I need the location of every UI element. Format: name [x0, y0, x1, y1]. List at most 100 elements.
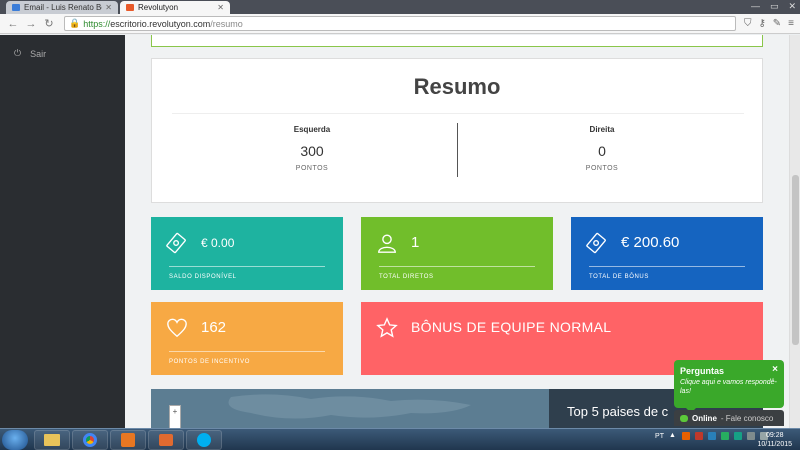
sidebar-item-label: Sair: [30, 48, 47, 59]
diretos-card: 1 TOTAL DIRETOS: [361, 217, 553, 290]
tray-volume-icon[interactable]: [747, 432, 755, 440]
url-scheme: https://: [83, 18, 111, 29]
saldo-label: SALDO DISPONÍVEL: [169, 274, 237, 280]
chat-title: Perguntas: [680, 366, 725, 376]
right-unit: PONTOS: [585, 165, 619, 172]
power-icon: ⏻: [14, 48, 22, 58]
scroll-thumb[interactable]: [792, 175, 799, 345]
divider: [172, 113, 744, 114]
bonus-card: € 200.60 TOTAL DE BÔNUS: [571, 217, 763, 290]
browser-tab-bar: Email - Luis Renato Botha ✕ Revolutyon ✕…: [0, 0, 800, 14]
heart-icon: [167, 318, 187, 338]
sidebar: ⏻ Sair: [0, 35, 125, 428]
tab-email[interactable]: Email - Luis Renato Botha ✕: [6, 1, 118, 14]
equipe-value: BÔNUS DE EQUIPE NORMAL: [411, 319, 612, 335]
diretos-label: TOTAL DIRETOS: [379, 274, 434, 280]
tab-title: Revolutyon: [138, 3, 179, 12]
close-icon[interactable]: ×: [772, 364, 778, 375]
menu-icon[interactable]: ≡: [788, 18, 794, 29]
tray-arrow-icon[interactable]: ▲: [669, 432, 677, 440]
taskbar-chrome[interactable]: [72, 430, 108, 450]
taskbar: PT ▲ 09:28 10/11/2015: [0, 428, 800, 450]
media-player-icon: [159, 434, 173, 446]
chat-status: Online: [692, 413, 717, 423]
left-label: Esquerda: [293, 125, 331, 134]
resumo-panel: Resumo Esquerda 300 PONTOS Direita 0 PON…: [151, 58, 763, 203]
shield-icon[interactable]: ⛉: [744, 18, 752, 29]
clock-date: 10/11/2015: [757, 441, 792, 448]
browser-toolbar: ← → ↻ 🔒 https:// escritorio.revolutyon.c…: [0, 14, 800, 34]
forward-icon[interactable]: →: [24, 18, 38, 30]
tools-icon[interactable]: ✎: [773, 18, 781, 29]
bonus-value: € 200.60: [621, 234, 680, 251]
divider: [589, 266, 745, 267]
taskbar-explorer[interactable]: [34, 430, 70, 450]
top5-title: Top 5 paises de c: [567, 404, 669, 419]
tray-firefox-icon[interactable]: [682, 432, 690, 440]
tray-green-icon[interactable]: [721, 432, 729, 440]
sidebar-item-sair[interactable]: ⏻ Sair: [14, 48, 46, 59]
map-zoom-control[interactable]: +: [169, 405, 181, 428]
key-icon[interactable]: ⚷: [758, 18, 765, 29]
zoom-in-icon[interactable]: +: [173, 407, 178, 416]
tray-shield-icon[interactable]: [695, 432, 703, 440]
minimize-icon[interactable]: —: [751, 0, 760, 12]
money-icon: [166, 232, 186, 254]
chat-icon: [680, 414, 688, 422]
chat-message: Clique aqui e vamos respondê-las!: [680, 379, 777, 395]
start-button[interactable]: [2, 430, 28, 450]
chrome-icon: [83, 433, 97, 447]
pontos-label: PONTOS DE INCENTIVO: [169, 359, 250, 365]
chat-status-text: - Fale conosco: [720, 413, 774, 423]
star-icon: [376, 317, 398, 338]
pontos-value: 162: [201, 319, 227, 336]
folder-icon: [44, 434, 60, 446]
skype-icon: [197, 433, 211, 447]
column-divider: [457, 123, 458, 177]
lock-icon: 🔒: [69, 18, 81, 28]
divider: [169, 266, 325, 267]
back-icon[interactable]: ←: [6, 18, 20, 30]
extension-icons: ⛉ ⚷ ✎ ≡: [744, 18, 794, 29]
left-unit: PONTOS: [295, 165, 329, 172]
close-window-icon[interactable]: ✕: [788, 0, 796, 12]
saldo-card: € 0.00 SALDO DISPONÍVEL: [151, 217, 343, 290]
divider: [169, 351, 325, 352]
taskbar-media[interactable]: [148, 430, 184, 450]
left-value: 300: [300, 143, 324, 159]
url-host: escritorio.revolutyon.com: [110, 18, 211, 29]
tab-title: Email - Luis Renato Botha: [24, 3, 102, 12]
mail-icon: [12, 4, 20, 11]
window-controls: — ▭ ✕: [751, 0, 796, 12]
chat-status-bar[interactable]: Online - Fale conosco: [674, 410, 784, 426]
address-bar[interactable]: 🔒 https:// escritorio.revolutyon.com /re…: [64, 16, 736, 31]
clock-time: 09:28: [765, 432, 784, 439]
tray-network-icon[interactable]: [734, 432, 742, 440]
chat-bubble[interactable]: Perguntas × Clique aqui e vamos respondê…: [674, 360, 784, 408]
reload-icon[interactable]: ↻: [42, 17, 56, 30]
tab-revolutyon[interactable]: Revolutyon ✕: [120, 1, 230, 14]
divider: [379, 266, 535, 267]
world-map[interactable]: +: [151, 389, 549, 428]
scrollbar[interactable]: [789, 35, 800, 428]
tray-app-icon[interactable]: [708, 432, 716, 440]
money-icon: [586, 232, 606, 254]
outlook-icon: [121, 433, 135, 447]
previous-panel: [151, 35, 763, 47]
resumo-left: Esquerda 300 PONTOS: [172, 125, 452, 172]
page-title: Resumo: [413, 74, 501, 99]
url-path: /resumo: [210, 18, 243, 29]
maximize-icon[interactable]: ▭: [770, 0, 779, 12]
pontos-card: 162 PONTOS DE INCENTIVO: [151, 302, 343, 375]
taskbar-outlook[interactable]: [110, 430, 146, 450]
close-icon[interactable]: ✕: [217, 3, 224, 12]
map-landmass: [228, 394, 471, 419]
resumo-right: Direita 0 PONTOS: [462, 125, 742, 172]
right-value: 0: [598, 143, 606, 159]
system-tray: PT ▲: [655, 432, 768, 440]
language-indicator[interactable]: PT: [655, 433, 664, 440]
close-icon[interactable]: ✕: [105, 3, 112, 12]
taskbar-skype[interactable]: [186, 430, 222, 450]
clock[interactable]: 09:28 10/11/2015: [757, 431, 792, 449]
saldo-value: € 0.00: [201, 236, 235, 250]
